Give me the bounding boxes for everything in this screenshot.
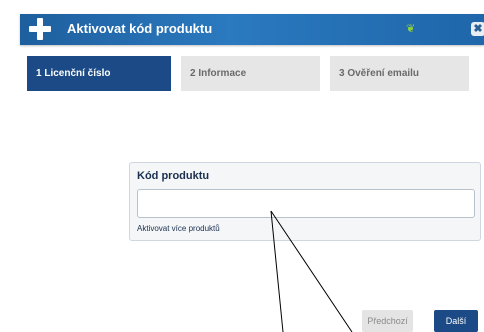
leaf-icon: ❦ <box>406 23 416 35</box>
previous-button[interactable]: Předchozí <box>362 310 413 332</box>
step-email-verification[interactable]: 3 Ověření emailu <box>330 56 469 91</box>
activate-more-products-link[interactable]: Aktivovat více produktů <box>137 224 220 233</box>
product-code-label: Kód produktu <box>137 170 210 182</box>
plus-icon <box>28 17 52 41</box>
close-icon[interactable]: ✖ <box>471 22 484 36</box>
next-button[interactable]: Další <box>434 310 478 332</box>
product-code-input[interactable] <box>137 189 475 218</box>
dialog-title: Aktivovat kód produktu <box>67 21 213 36</box>
step-license-number[interactable]: 1 Licenční číslo <box>27 56 171 91</box>
step-information[interactable]: 2 Informace <box>181 56 320 91</box>
dialog-title-bar: Aktivovat kód produktu ❦ ✖ <box>20 14 484 45</box>
product-code-panel: Kód produktu Aktivovat více produktů <box>129 162 481 241</box>
